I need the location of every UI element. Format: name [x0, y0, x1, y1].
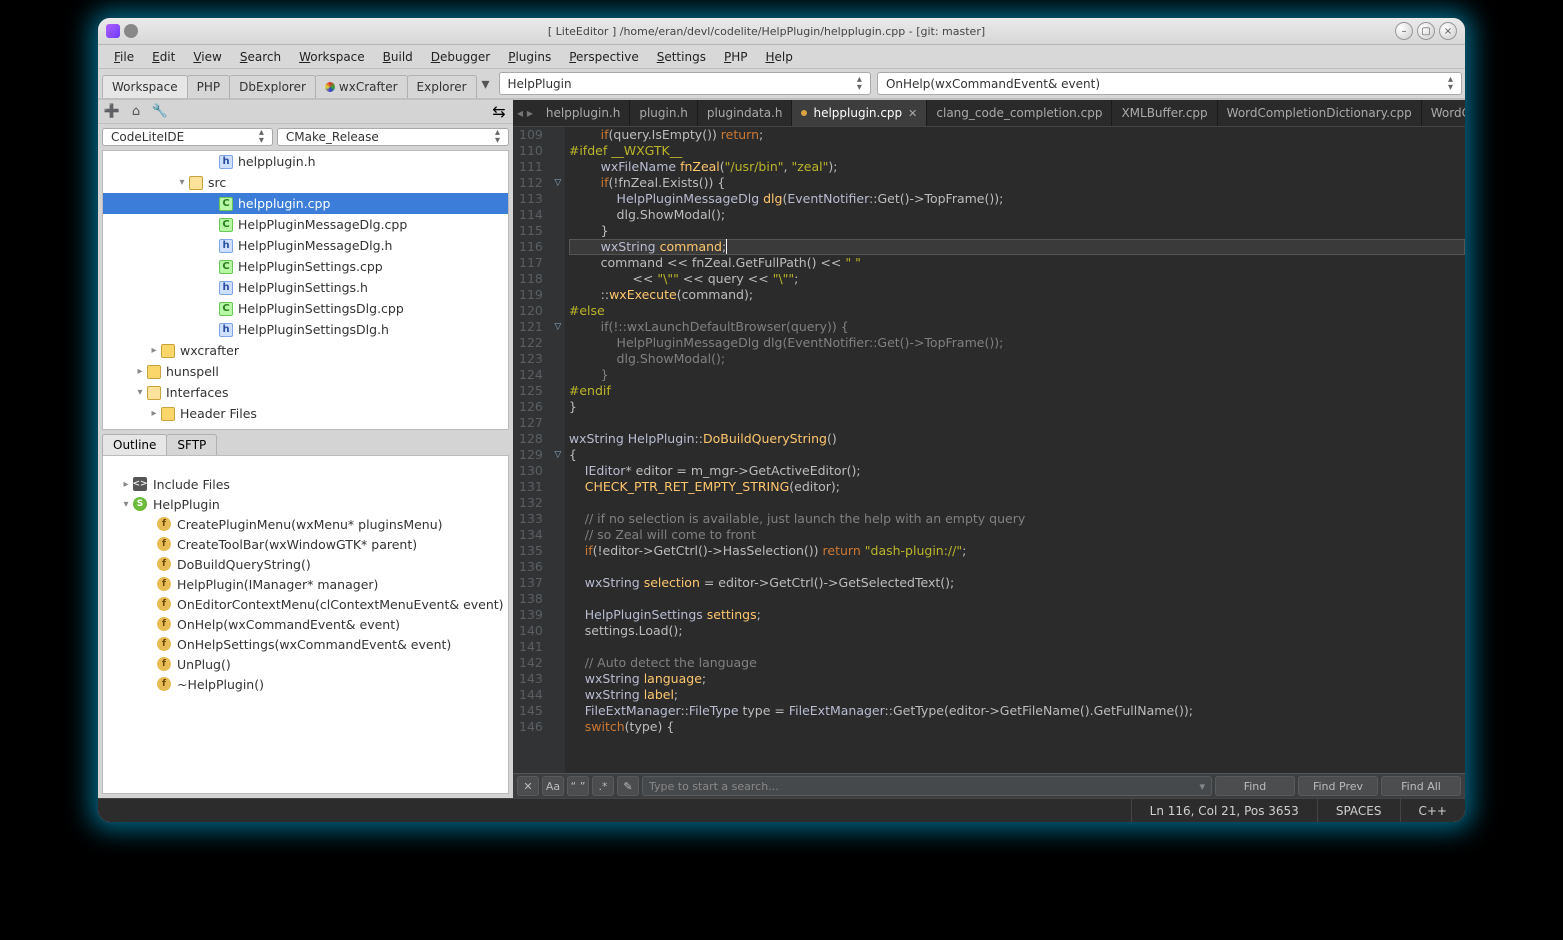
file-tab[interactable]: XMLBuffer.cpp	[1112, 100, 1217, 127]
tree-item[interactable]: HelpPluginSettings.h	[103, 277, 508, 298]
file-tab[interactable]: plugindata.h	[698, 100, 793, 127]
workspace-select[interactable]: CodeLiteIDE ▴▾	[102, 128, 273, 146]
settings-icon[interactable]: 🔧	[152, 104, 168, 120]
outline-view[interactable]: ▸Include Files▾HelpPluginCreatePluginMen…	[102, 455, 509, 794]
tree-item[interactable]: HelpPluginMessageDlg.h	[103, 235, 508, 256]
workspace-tree[interactable]: helpplugin.h▾srchelpplugin.cppHelpPlugin…	[102, 150, 509, 430]
find-bar: ✕ Aa “ ” .* ✎ Type to start a search... …	[513, 773, 1465, 798]
outline-item[interactable]: ▸Include Files	[103, 474, 508, 494]
file-tab[interactable]: helpplugin.h	[537, 100, 630, 127]
tree-item[interactable]: ▸wxcrafter	[103, 340, 508, 361]
menu-view[interactable]: View	[185, 47, 229, 67]
sticky-icon	[124, 24, 138, 38]
outline-tab-outline[interactable]: Outline	[102, 434, 167, 455]
menu-file[interactable]: File	[106, 47, 142, 67]
menu-plugins[interactable]: Plugins	[500, 47, 559, 67]
fold-column[interactable]: ▽▽▽	[551, 127, 565, 773]
tree-item[interactable]: ▾Interfaces	[103, 382, 508, 403]
close-button[interactable]: ×	[1439, 22, 1457, 40]
workspace-tab-wxcrafter[interactable]: wxCrafter	[315, 75, 408, 98]
workspace-tab-dbexplorer[interactable]: DbExplorer	[229, 75, 316, 98]
workspace-tabs-more[interactable]: ▾	[476, 69, 496, 98]
line-gutter[interactable]: 1091101111121131141151161171181191201211…	[513, 127, 551, 773]
outline-item[interactable]: OnHelp(wxCommandEvent& event)	[103, 614, 508, 634]
file-tab[interactable]: plugin.h	[630, 100, 698, 127]
find-highlight-button[interactable]: ✎	[617, 776, 639, 796]
window-title: [ LiteEditor ] /home/eran/devl/codelite/…	[138, 25, 1395, 38]
menu-workspace[interactable]: Workspace	[291, 47, 373, 67]
find-button[interactable]: Find	[1215, 776, 1295, 796]
home-icon[interactable]: ⌂	[128, 104, 144, 120]
find-word-button[interactable]: “ ”	[567, 776, 589, 796]
tree-item[interactable]: HelpPluginSettings.cpp	[103, 256, 508, 277]
menu-edit[interactable]: Edit	[144, 47, 183, 67]
tree-item[interactable]: helpplugin.h	[103, 151, 508, 172]
file-tabs-nav[interactable]: ◂ ▸	[513, 106, 537, 120]
outline-item[interactable]: ~HelpPlugin()	[103, 674, 508, 694]
outline-item[interactable]: HelpPlugin(IManager* manager)	[103, 574, 508, 594]
outline-item[interactable]: ▾HelpPlugin	[103, 494, 508, 514]
menu-search[interactable]: Search	[232, 47, 289, 67]
status-bar: Ln 116, Col 21, Pos 3653 SPACES C++	[98, 798, 1465, 822]
find-case-button[interactable]: Aa	[542, 776, 564, 796]
outline-item[interactable]: OnHelpSettings(wxCommandEvent& event)	[103, 634, 508, 654]
sidebar-toolbar: ➕ ⌂ 🔧 ⇆	[98, 100, 513, 124]
find-close-button[interactable]: ✕	[517, 776, 539, 796]
tree-item[interactable]: HelpPluginSettingsDlg.h	[103, 319, 508, 340]
app-icon	[106, 24, 120, 38]
workspace-tab-explorer[interactable]: Explorer	[407, 75, 477, 98]
file-tab[interactable]: clang_code_completion.cpp	[927, 100, 1112, 127]
outline-tab-sftp[interactable]: SFTP	[166, 434, 217, 455]
status-language[interactable]: C++	[1400, 799, 1466, 822]
menu-debugger[interactable]: Debugger	[423, 47, 498, 67]
project-combo[interactable]: HelpPlugin ▴▾	[499, 72, 871, 95]
tree-item[interactable]: ▾src	[103, 172, 508, 193]
toolbar: WorkspacePHPDbExplorerwxCrafterExplorer …	[98, 69, 1465, 99]
find-input[interactable]: Type to start a search... ▾	[642, 776, 1212, 796]
menu-settings[interactable]: Settings	[649, 47, 714, 67]
status-indent[interactable]: SPACES	[1317, 799, 1400, 822]
outline-item[interactable]: CreateToolBar(wxWindowGTK* parent)	[103, 534, 508, 554]
link-editor-icon[interactable]: ⇆	[491, 104, 507, 120]
minimize-button[interactable]: –	[1395, 22, 1413, 40]
tree-item[interactable]: ▸hunspell	[103, 361, 508, 382]
file-tab[interactable]: helpplugin.cpp✕	[792, 100, 927, 127]
code-editor[interactable]: if(query.IsEmpty()) return;#ifdef __WXGT…	[565, 127, 1465, 773]
project-combo-value: HelpPlugin	[508, 77, 572, 91]
config-select[interactable]: CMake_Release ▴▾	[277, 128, 509, 146]
file-tab[interactable]: WordCompletion	[1422, 100, 1465, 127]
sidebar: ➕ ⌂ 🔧 ⇆ CodeLiteIDE ▴▾ CMake_Release ▴▾ …	[98, 100, 513, 798]
outline-item[interactable]: DoBuildQueryString()	[103, 554, 508, 574]
editor-area: ◂ ▸ helpplugin.hplugin.hplugindata.hhelp…	[513, 100, 1465, 798]
workspace-select-value: CodeLiteIDE	[111, 130, 184, 144]
tree-item[interactable]: HelpPluginSettingsDlg.cpp	[103, 298, 508, 319]
outline-item[interactable]: UnPlug()	[103, 654, 508, 674]
menu-help[interactable]: Help	[757, 47, 800, 67]
status-position: Ln 116, Col 21, Pos 3653	[1131, 799, 1317, 822]
maximize-button[interactable]: ▢	[1417, 22, 1435, 40]
tree-item[interactable]: helpplugin.cpp	[103, 193, 508, 214]
titlebar: [ LiteEditor ] /home/eran/devl/codelite/…	[98, 18, 1465, 45]
find-prev-button[interactable]: Find Prev	[1298, 776, 1378, 796]
menu-build[interactable]: Build	[375, 47, 421, 67]
outline-item[interactable]: OnEditorContextMenu(clContextMenuEvent& …	[103, 594, 508, 614]
symbol-combo-value: OnHelp(wxCommandEvent& event)	[886, 77, 1100, 91]
file-tab[interactable]: WordCompletionDictionary.cpp	[1218, 100, 1422, 127]
find-regex-button[interactable]: .*	[592, 776, 614, 796]
config-select-value: CMake_Release	[286, 130, 379, 144]
find-all-button[interactable]: Find All	[1381, 776, 1461, 796]
add-icon[interactable]: ➕	[104, 104, 120, 120]
file-tabs: ◂ ▸ helpplugin.hplugin.hplugindata.hhelp…	[513, 100, 1465, 127]
menu-perspective[interactable]: Perspective	[561, 47, 647, 67]
workspace-tab-workspace[interactable]: Workspace	[102, 75, 188, 98]
outline-item[interactable]: CreatePluginMenu(wxMenu* pluginsMenu)	[103, 514, 508, 534]
menubar: FileEditViewSearchWorkspaceBuildDebugger…	[98, 45, 1465, 69]
symbol-combo[interactable]: OnHelp(wxCommandEvent& event) ▴▾	[877, 72, 1462, 95]
tree-item[interactable]: HelpPluginMessageDlg.cpp	[103, 214, 508, 235]
menu-php[interactable]: PHP	[716, 47, 756, 67]
tree-item[interactable]: ▸Header Files	[103, 403, 508, 424]
workspace-tab-php[interactable]: PHP	[187, 75, 231, 98]
